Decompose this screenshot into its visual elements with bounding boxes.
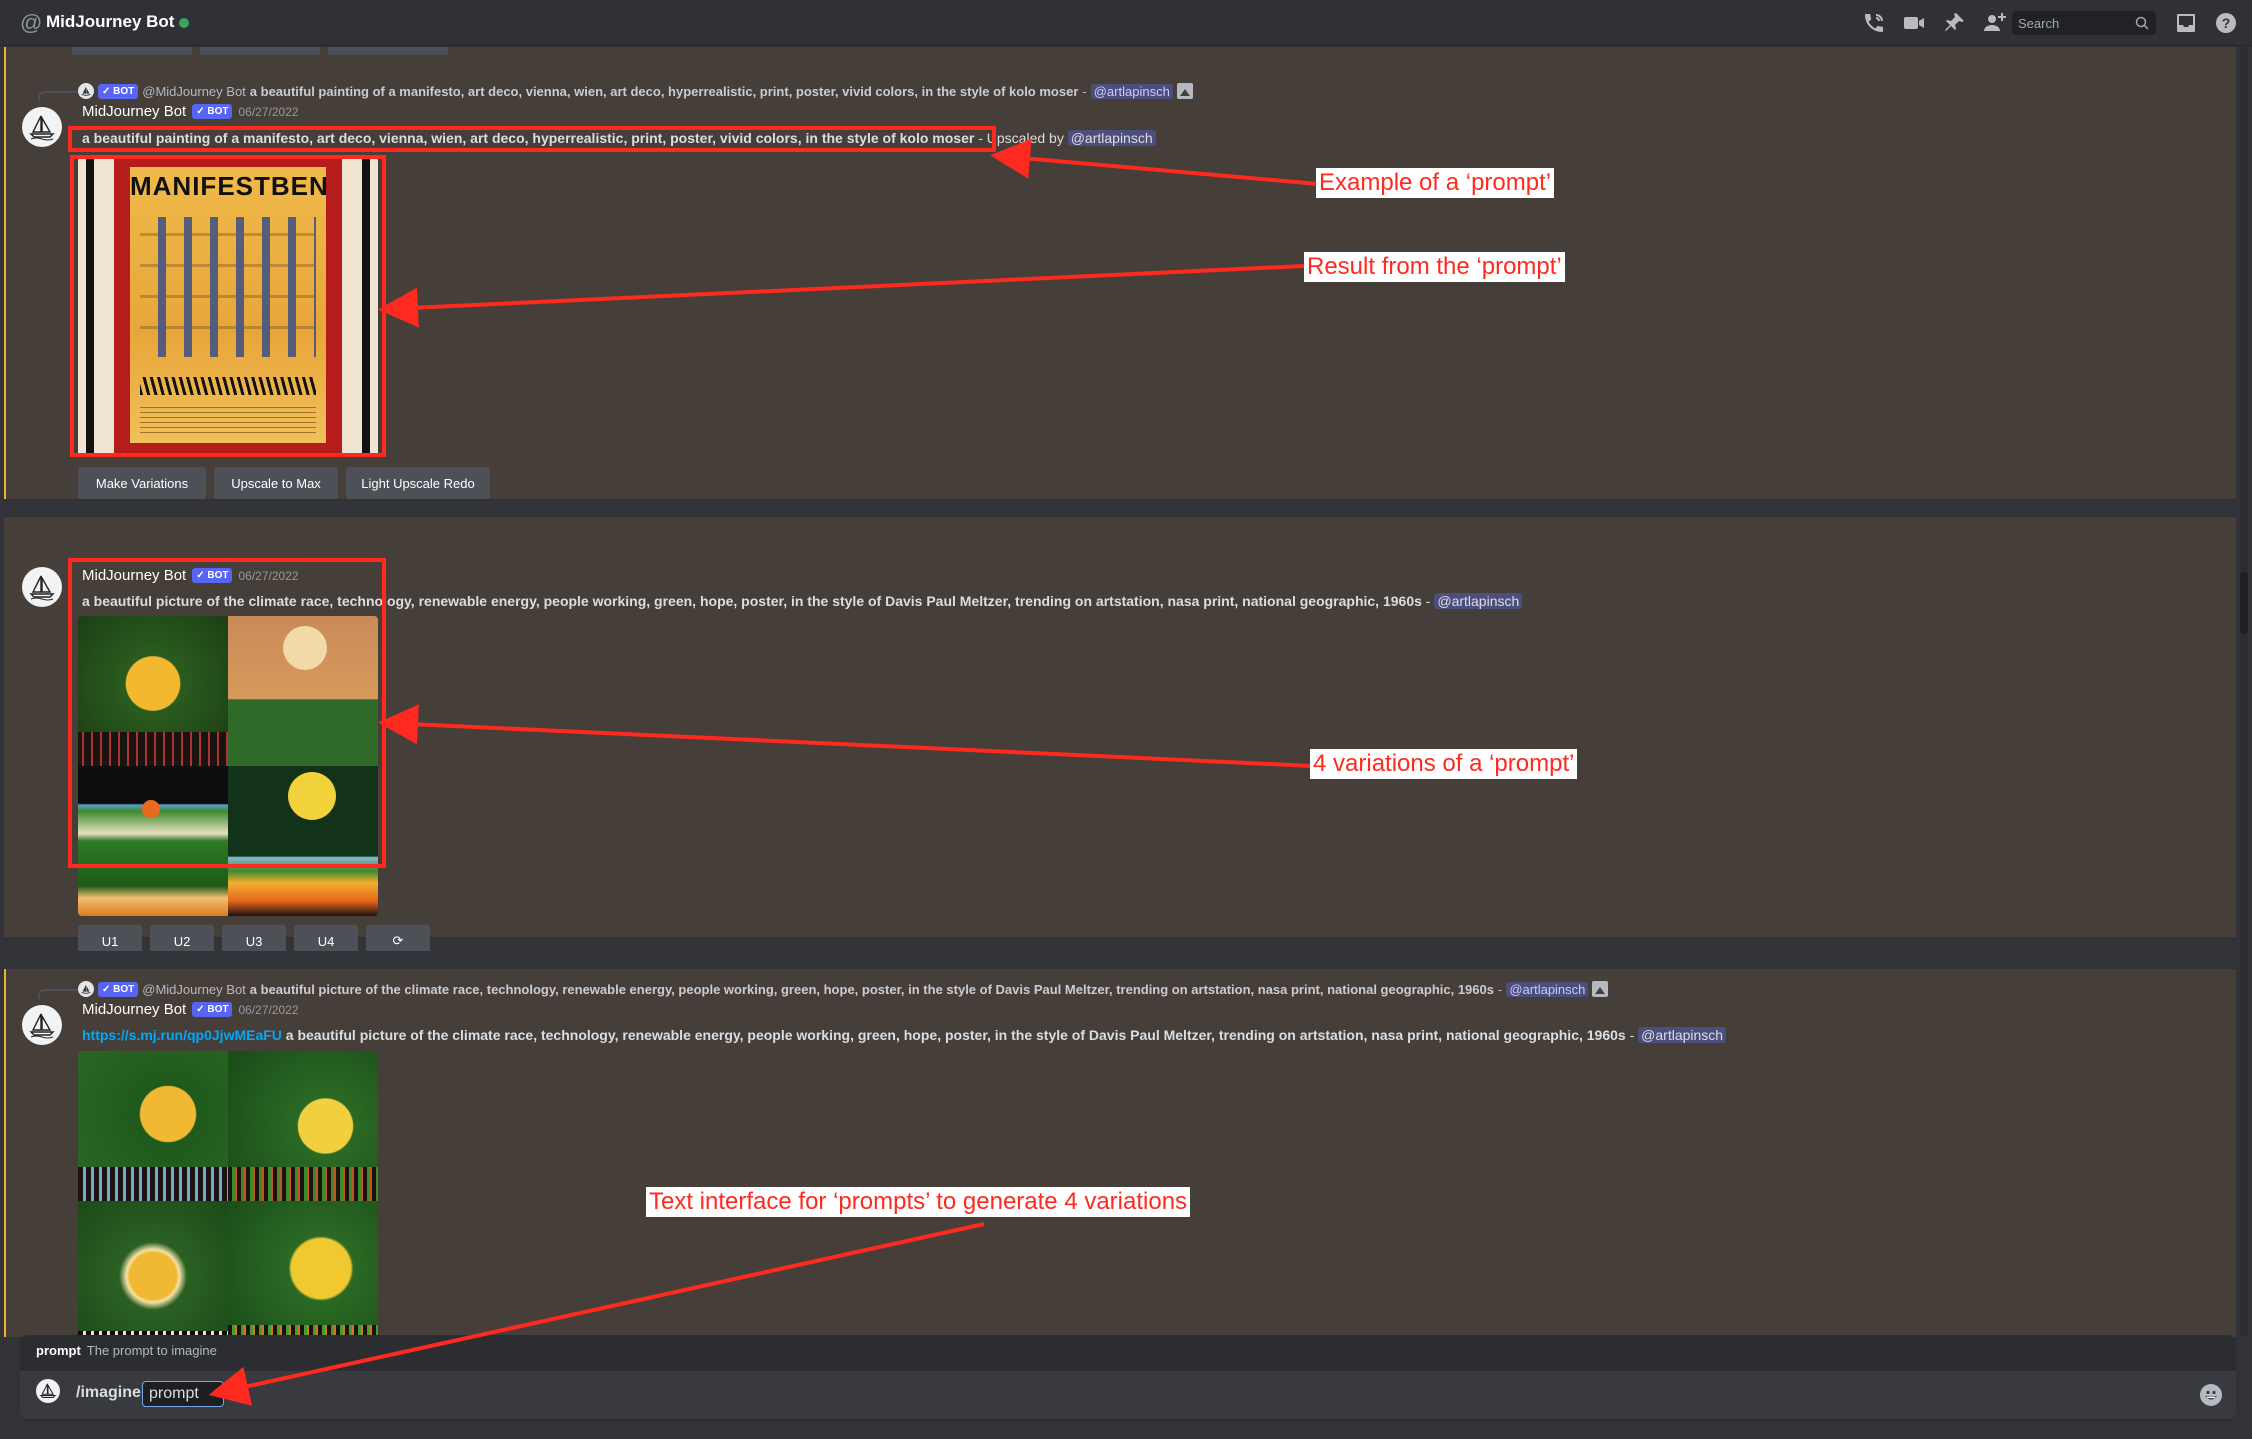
prompt-parameter-field[interactable] xyxy=(142,1381,224,1407)
reply-preview[interactable]: ✓ BOT @MidJourney Bot a beautiful painti… xyxy=(78,83,1193,99)
help-icon[interactable]: ? xyxy=(2214,11,2238,35)
message-separator xyxy=(0,951,2236,969)
avatar[interactable] xyxy=(22,107,62,147)
search-box[interactable] xyxy=(2012,11,2156,35)
prompt-highlight-box xyxy=(68,126,996,152)
message-header: MidJourney Bot ✓ BOT 06/27/2022 xyxy=(82,1001,299,1018)
dash: - xyxy=(1629,1027,1635,1043)
command-bot-avatar xyxy=(36,1379,60,1403)
image-icon xyxy=(1176,83,1193,99)
upscaled-by-label: Upscaled by xyxy=(986,130,1064,146)
bot-tag: ✓ BOT xyxy=(98,981,139,997)
annotation-prompt-example: Example of a ‘prompt’ xyxy=(1316,168,1555,198)
slash-command-panel: prompt The prompt to imagine /imagine xyxy=(20,1335,2236,1421)
annotation-result: Result from the ‘prompt’ xyxy=(1304,252,1565,282)
sailboat-icon xyxy=(39,1383,57,1398)
bot-tag: ✓ BOT xyxy=(192,1002,233,1017)
annotation-text-interface: Text interface for ‘prompts’ to generate… xyxy=(646,1187,1191,1217)
bot-tag: ✓ BOT xyxy=(192,104,233,119)
variation-tile-4 xyxy=(228,1201,378,1337)
avatar[interactable] xyxy=(22,1005,62,1045)
reply-preview[interactable]: ✓ BOT @MidJourney Bot a beautiful pictur… xyxy=(78,981,1609,997)
variation-tile-1 xyxy=(78,1051,228,1201)
upscale-to-max-button[interactable]: Upscale to Max xyxy=(214,467,338,499)
message-content: https://s.mj.run/qp0JjwMEaFU a beautiful… xyxy=(82,1027,1727,1043)
user-mention[interactable]: @artlapinsch xyxy=(1090,83,1173,99)
at-icon: @ xyxy=(20,10,43,35)
bot-avatar-icon xyxy=(78,981,94,997)
timestamp: 06/27/2022 xyxy=(238,1002,299,1017)
command-option-hint: prompt The prompt to imagine xyxy=(36,1343,217,1358)
dash: - xyxy=(1425,593,1431,609)
author-name[interactable]: MidJourney Bot xyxy=(82,1001,186,1018)
add-member-icon[interactable] xyxy=(1982,11,2006,35)
reply-dash: - xyxy=(1497,981,1503,997)
message-header: MidJourney Bot ✓ BOT 06/27/2022 xyxy=(82,103,299,120)
online-status-icon xyxy=(179,18,189,28)
image-icon xyxy=(1592,981,1609,997)
option-description: The prompt to imagine xyxy=(86,1343,217,1358)
message-input[interactable]: /imagine xyxy=(20,1371,2236,1419)
variations-grid-image[interactable] xyxy=(78,1051,378,1337)
make-variations-button[interactable]: Make Variations xyxy=(78,467,206,499)
pin-icon[interactable] xyxy=(1942,11,1966,35)
avatar[interactable] xyxy=(22,567,62,607)
light-upscale-redo-button[interactable]: Light Upscale Redo xyxy=(346,467,490,499)
phone-call-icon[interactable] xyxy=(1862,11,1886,35)
scrollbar-track[interactable] xyxy=(2240,47,2248,1337)
user-mention[interactable]: @artlapinsch xyxy=(1638,1027,1727,1043)
sailboat-icon xyxy=(29,115,55,141)
prompt-input[interactable] xyxy=(149,1384,207,1404)
sailboat-icon xyxy=(29,575,55,601)
author-name[interactable]: MidJourney Bot xyxy=(82,103,186,120)
image-link[interactable]: https://s.mj.run/qp0JjwMEaFU xyxy=(82,1027,282,1043)
reply-text: a beautiful painting of a manifesto, art… xyxy=(249,83,1079,99)
channel-title: MidJourney Bot xyxy=(46,12,175,31)
variations-highlight-box xyxy=(68,558,386,868)
variation-tile-3 xyxy=(78,1201,228,1337)
reply-connector xyxy=(38,91,78,101)
scrollbar-thumb[interactable] xyxy=(2240,572,2248,634)
reply-text: a beautiful picture of the climate race,… xyxy=(249,981,1494,997)
bot-tag: ✓ BOT xyxy=(98,83,139,99)
message-reply-variations: ✓ BOT @MidJourney Bot a beautiful pictur… xyxy=(4,969,2236,1337)
reply-mention: @MidJourney Bot xyxy=(142,83,246,99)
sailboat-icon xyxy=(29,1013,55,1039)
command-name: /imagine xyxy=(76,1384,141,1401)
inbox-icon[interactable] xyxy=(2174,11,2198,35)
user-mention[interactable]: @artlapinsch xyxy=(1067,130,1156,146)
timestamp: 06/27/2022 xyxy=(238,104,299,119)
message-separator xyxy=(0,499,2236,517)
search-icon xyxy=(2135,16,2149,30)
reply-connector xyxy=(38,989,78,999)
reply-mention: @MidJourney Bot xyxy=(142,981,246,997)
search-input[interactable] xyxy=(2018,14,2128,32)
svg-text:?: ? xyxy=(2222,15,2231,31)
video-icon[interactable] xyxy=(1902,11,1926,35)
user-mention[interactable]: @artlapinsch xyxy=(1434,593,1523,609)
bot-avatar-icon xyxy=(78,83,94,99)
reply-dash: - xyxy=(1082,83,1087,99)
channel-header: @ MidJourney Bot ? xyxy=(0,0,2252,46)
emoji-icon[interactable] xyxy=(2200,1384,2222,1406)
annotation-variations: 4 variations of a ‘prompt’ xyxy=(1310,749,1578,779)
result-highlight-box xyxy=(70,155,386,457)
option-name: prompt xyxy=(36,1343,81,1358)
previous-message-buttons xyxy=(72,47,448,55)
variation-tile-2 xyxy=(228,1051,378,1201)
user-mention[interactable]: @artlapinsch xyxy=(1506,981,1589,997)
prompt-text: a beautiful picture of the climate race,… xyxy=(285,1027,1626,1043)
